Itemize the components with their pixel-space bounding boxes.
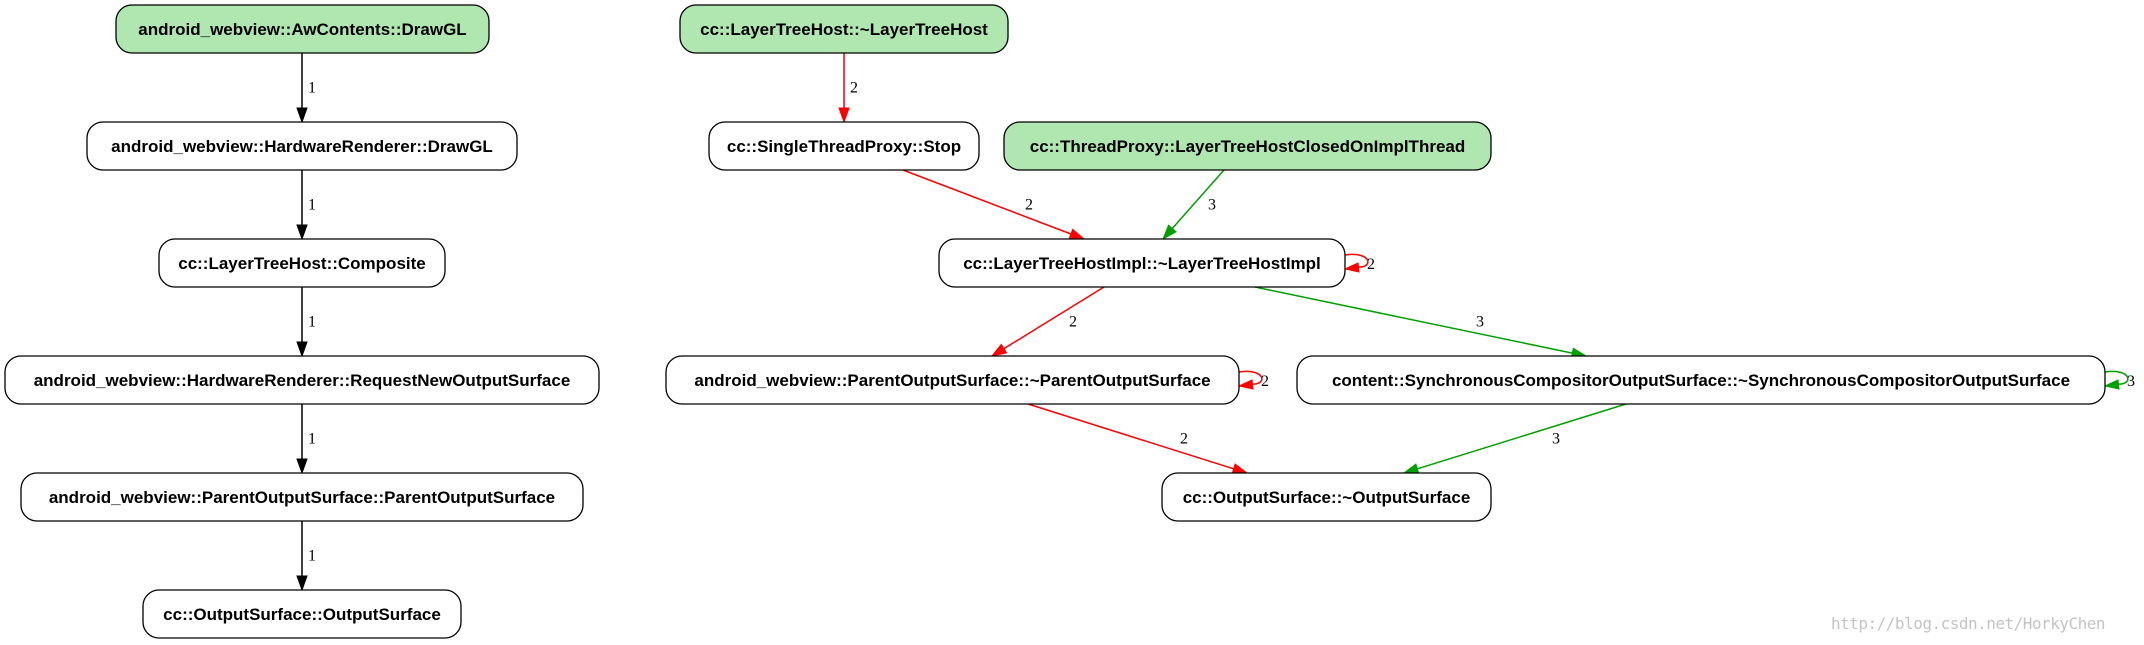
arrowhead-icon bbox=[1068, 228, 1086, 240]
edge-aw_drawgl-to-hr_drawgl: 1 bbox=[296, 53, 316, 124]
node-label: android_webview::AwContents::DrawGL bbox=[138, 20, 466, 39]
edge-stp_stop-to-lthi_dtor: 2 bbox=[902, 169, 1086, 240]
arrowhead-icon bbox=[1231, 463, 1249, 475]
edge-line bbox=[1003, 286, 1105, 350]
arrowhead-icon bbox=[990, 343, 1008, 357]
arrowhead-icon bbox=[296, 107, 308, 124]
edge-line bbox=[1417, 403, 1627, 470]
edge-label: 2 bbox=[1069, 314, 1077, 331]
node-label: cc::LayerTreeHostImpl::~LayerTreeHostImp… bbox=[963, 254, 1321, 273]
edge-label: 1 bbox=[308, 314, 316, 331]
node-label: content::SynchronousCompositorOutputSurf… bbox=[1332, 371, 2070, 390]
edge-lthi_dtor-to-pos_dtor: 2 bbox=[990, 286, 1105, 357]
node-label: cc::OutputSurface::OutputSurface bbox=[163, 605, 441, 624]
edge-line bbox=[1027, 403, 1234, 470]
edge-label: 2 bbox=[1261, 373, 1269, 390]
edge-pos_ctor-to-os_ctor: 1 bbox=[296, 521, 316, 592]
node-pos_dtor[interactable]: android_webview::ParentOutputSurface::~P… bbox=[665, 355, 1240, 405]
node-os_ctor[interactable]: cc::OutputSurface::OutputSurface bbox=[142, 589, 462, 639]
edge-label: 1 bbox=[308, 197, 316, 214]
node-pos_ctor[interactable]: android_webview::ParentOutputSurface::Pa… bbox=[20, 472, 584, 522]
edge-lthi_dtor-to-scos_dtor: 3 bbox=[1254, 286, 1588, 359]
edge-label: 3 bbox=[1476, 314, 1484, 331]
edge-label: 1 bbox=[308, 80, 316, 97]
node-hr_drawgl[interactable]: android_webview::HardwareRenderer::DrawG… bbox=[86, 121, 518, 171]
edge-scos_dtor-to-scos_dtor: 3 bbox=[2103, 370, 2135, 390]
edge-line bbox=[1171, 169, 1225, 230]
node-label: android_webview::ParentOutputSurface::~P… bbox=[694, 371, 1210, 390]
edge-lthi_dtor-to-lthi_dtor: 2 bbox=[1343, 253, 1375, 273]
arrowhead-icon bbox=[1343, 262, 1360, 273]
node-label: android_webview::ParentOutputSurface::Pa… bbox=[49, 488, 555, 507]
node-label: cc::SingleThreadProxy::Stop bbox=[727, 137, 961, 156]
arrowhead-icon bbox=[838, 107, 850, 124]
node-lth_dtor[interactable]: cc::LayerTreeHost::~LayerTreeHost bbox=[679, 4, 1009, 54]
edge-pos_dtor-to-os_dtor: 2 bbox=[1027, 403, 1249, 475]
edge-lth_dtor-to-stp_stop: 2 bbox=[838, 53, 858, 124]
node-hr_request[interactable]: android_webview::HardwareRenderer::Reque… bbox=[4, 355, 600, 405]
edge-label: 3 bbox=[2127, 373, 2135, 390]
node-aw_drawgl[interactable]: android_webview::AwContents::DrawGL bbox=[115, 4, 490, 54]
node-label: cc::LayerTreeHost::Composite bbox=[178, 254, 426, 273]
edge-tp_closed-to-lthi_dtor: 3 bbox=[1162, 169, 1225, 241]
edge-scos_dtor-to-os_dtor: 3 bbox=[1402, 403, 1627, 475]
arrowhead-icon bbox=[296, 341, 308, 358]
node-label: cc::OutputSurface::~OutputSurface bbox=[1183, 488, 1471, 507]
watermark: http://blog.csdn.net/HorkyChen bbox=[1831, 614, 2105, 633]
edge-pos_dtor-to-pos_dtor: 2 bbox=[1237, 370, 1269, 390]
edge-hr_request-to-pos_ctor: 1 bbox=[296, 404, 316, 475]
arrowhead-icon bbox=[296, 575, 308, 592]
node-tp_closed[interactable]: cc::ThreadProxy::LayerTreeHostClosedOnIm… bbox=[1003, 121, 1492, 171]
edge-label: 1 bbox=[308, 431, 316, 448]
call-graph-diagram: 1 1 1 1 1 2 2 3 2 2 3 2 3 2 3 android_webview::AwConten… bbox=[0, 0, 2144, 645]
edge-label: 1 bbox=[308, 548, 316, 565]
edge-line bbox=[1254, 286, 1573, 354]
arrowhead-icon bbox=[2103, 379, 2120, 390]
node-os_dtor[interactable]: cc::OutputSurface::~OutputSurface bbox=[1161, 472, 1492, 522]
edge-label: 2 bbox=[1367, 256, 1375, 273]
node-label: android_webview::HardwareRenderer::Reque… bbox=[34, 371, 571, 390]
graph-canvas: 1111122 322 32 32 3android_webview::AwConten… bbox=[4, 4, 2135, 639]
edge-hr_drawgl-to-lth_composite: 1 bbox=[296, 170, 316, 241]
edge-label: 2 bbox=[1025, 197, 1033, 214]
node-stp_stop[interactable]: cc::SingleThreadProxy::Stop bbox=[708, 121, 980, 171]
arrowhead-icon bbox=[1402, 463, 1420, 475]
arrowhead-icon bbox=[1237, 379, 1254, 390]
arrowhead-icon bbox=[296, 458, 308, 475]
edge-line bbox=[902, 169, 1072, 235]
edge-label: 2 bbox=[850, 80, 858, 97]
node-scos_dtor[interactable]: content::SynchronousCompositorOutputSurf… bbox=[1296, 355, 2106, 405]
node-lthi_dtor[interactable]: cc::LayerTreeHostImpl::~LayerTreeHostImp… bbox=[938, 238, 1346, 288]
edge-label: 3 bbox=[1208, 197, 1216, 214]
node-lth_composite[interactable]: cc::LayerTreeHost::Composite bbox=[158, 238, 446, 288]
edge-lth_composite-to-hr_request: 1 bbox=[296, 287, 316, 358]
edge-label: 2 bbox=[1180, 431, 1188, 448]
node-label: android_webview::HardwareRenderer::DrawG… bbox=[111, 137, 493, 156]
edge-label: 3 bbox=[1552, 431, 1560, 448]
node-label: cc::LayerTreeHost::~LayerTreeHost bbox=[700, 20, 988, 39]
node-label: cc::ThreadProxy::LayerTreeHostClosedOnIm… bbox=[1030, 137, 1466, 156]
arrowhead-icon bbox=[296, 224, 308, 241]
